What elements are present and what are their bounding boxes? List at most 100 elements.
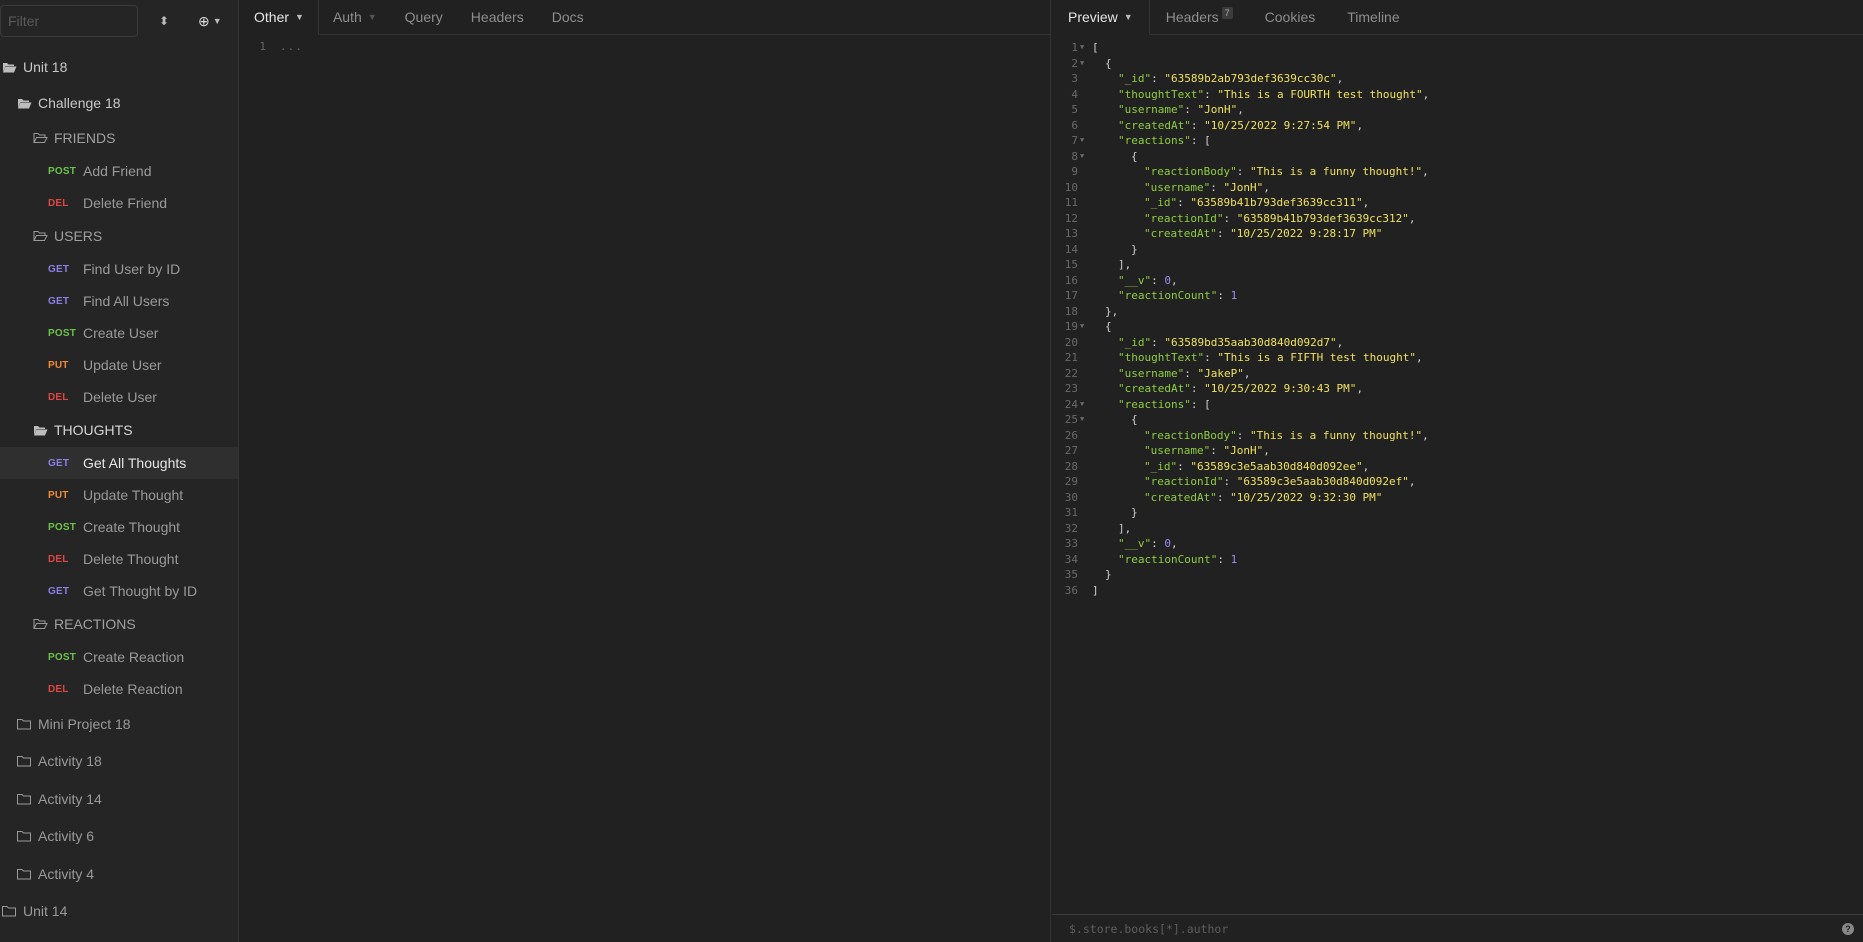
json-punct: :: [1151, 273, 1165, 287]
folder-thoughts[interactable]: THOUGHTS: [0, 413, 238, 447]
request-item[interactable]: GET Get All Thoughts: [0, 447, 238, 479]
code-line: 9 "reactionBody": "This is a funny though…: [1052, 164, 1863, 180]
add-button[interactable]: ⊕ ▼: [198, 13, 222, 30]
folder-activity-6[interactable]: Activity 6: [0, 818, 238, 856]
json-key: "reactions": [1118, 397, 1191, 411]
method-badge: PUT: [48, 489, 69, 501]
json-string: "10/25/2022 9:28:17 PM": [1230, 227, 1383, 240]
folder-label: USERS: [54, 228, 103, 244]
request-item[interactable]: GET Find User by ID: [0, 253, 238, 285]
method-badge: POST: [48, 521, 77, 533]
method-badge: GET: [48, 263, 70, 275]
tab-cookies[interactable]: Cookies: [1249, 0, 1332, 34]
line-number: 33: [1064, 537, 1078, 550]
json-punct: ,: [1243, 366, 1251, 380]
request-item[interactable]: DEL Delete Reaction: [0, 673, 238, 705]
fold-toggle-icon[interactable]: ▼: [1078, 149, 1090, 165]
folder-icon: [2, 905, 18, 917]
code-line: 33 "__v": 0,: [1052, 536, 1863, 552]
code-line: 16 "__v": 0,: [1052, 273, 1863, 289]
json-punct: :: [1210, 444, 1224, 457]
tab-other[interactable]: Other ▼: [240, 0, 319, 35]
json-number: 1: [1230, 552, 1238, 566]
code-text: },: [1090, 304, 1118, 320]
fold-gutter: [1078, 381, 1090, 397]
code-text: "__v": 0,: [1090, 273, 1178, 289]
fold-toggle-icon[interactable]: ▼: [1078, 56, 1090, 72]
tab-timeline[interactable]: Timeline: [1331, 0, 1415, 34]
folder-reactions[interactable]: REACTIONS: [0, 607, 238, 641]
json-string: "This is a FIFTH test thought": [1217, 351, 1417, 364]
fold-gutter: [1078, 583, 1090, 599]
request-item[interactable]: POST Create User: [0, 317, 238, 349]
help-icon[interactable]: ?: [1842, 923, 1854, 935]
code-line: 22 "username": "JakeP",: [1052, 366, 1863, 382]
request-item[interactable]: DEL Delete Friend: [0, 187, 238, 219]
request-item[interactable]: GET Find All Users: [0, 285, 238, 317]
fold-toggle-icon[interactable]: ▼: [1078, 133, 1090, 149]
line-number: 12: [1064, 211, 1078, 225]
folder-label: Challenge 18: [38, 94, 121, 111]
folder-activity-14[interactable]: Activity 14: [0, 780, 238, 818]
fold-toggle-icon[interactable]: ▼: [1078, 40, 1090, 56]
request-item[interactable]: GET Get Thought by ID: [0, 575, 238, 607]
sidebar-toolbar: ⬍ ⊕ ▼: [0, 0, 238, 42]
json-key: "createdAt": [1118, 118, 1191, 132]
tab-label: Auth: [332, 9, 362, 25]
tab-query[interactable]: Query: [391, 0, 457, 34]
json-key: "_id": [1118, 335, 1152, 349]
line-number: 10: [1064, 180, 1078, 194]
code-text: ],: [1090, 257, 1131, 273]
request-item[interactable]: DEL Delete User: [0, 381, 238, 413]
folder-challenge-18[interactable]: Challenge 18: [0, 84, 238, 121]
request-label: Update Thought: [83, 487, 184, 503]
request-item[interactable]: PUT Update Thought: [0, 479, 238, 511]
folder-users[interactable]: USERS: [0, 219, 238, 253]
request-tabs: Other ▼ Auth ▼ Query Headers Docs: [240, 0, 1050, 35]
folder-mini-project-18[interactable]: Mini Project 18: [0, 705, 238, 743]
code-text: "_id": "63589c3e5aab30d840d092ee",: [1090, 459, 1369, 475]
folder-friends[interactable]: FRIENDS: [0, 121, 238, 155]
json-key: "reactionBody": [1144, 428, 1237, 442]
method-badge: GET: [48, 585, 70, 597]
folder-activity-4[interactable]: Activity 4: [0, 855, 238, 893]
request-item[interactable]: POST Add Friend: [0, 155, 238, 187]
tab-label: Headers: [470, 9, 524, 25]
tab-label: Other: [254, 9, 290, 25]
filter-input[interactable]: [0, 5, 138, 37]
jsonpath-filter-input[interactable]: [1069, 921, 1769, 936]
request-label: Find User by ID: [83, 261, 181, 277]
line-number: 28: [1064, 459, 1078, 473]
request-item[interactable]: DEL Delete Thought: [0, 543, 238, 575]
request-item[interactable]: POST Create Thought: [0, 511, 238, 543]
json-string: "63589c3e5aab30d840d092ef": [1236, 475, 1409, 488]
request-item[interactable]: PUT Update User: [0, 349, 238, 381]
line-number: 3: [1071, 72, 1078, 85]
fold-toggle-icon[interactable]: ▼: [1078, 319, 1090, 335]
tab-preview[interactable]: Preview ▼: [1052, 0, 1150, 35]
tab-headers[interactable]: Headers 7: [1150, 0, 1249, 34]
code-text: "reactionBody": "This is a funny thought…: [1090, 428, 1429, 444]
code-text: "createdAt": "10/25/2022 9:32:30 PM": [1090, 490, 1382, 506]
json-punct: :: [1223, 475, 1237, 488]
tab-headers[interactable]: Headers: [457, 0, 538, 34]
request-body-editor[interactable]: 1 ...: [240, 35, 1050, 55]
line-number: 30: [1064, 490, 1078, 504]
fold-toggle-icon[interactable]: ▼: [1078, 412, 1090, 428]
fold-toggle-icon[interactable]: ▼: [1078, 397, 1090, 413]
tab-auth[interactable]: Auth ▼: [319, 0, 391, 34]
fold-gutter: [1078, 164, 1090, 180]
json-key: "username": [1118, 366, 1185, 380]
code-line: 23 "createdAt": "10/25/2022 9:30:43 PM",: [1052, 381, 1863, 397]
folder-unit-18[interactable]: Unit 18: [0, 50, 238, 84]
line-number: 6: [1071, 118, 1078, 132]
json-punct: }: [1131, 506, 1138, 519]
folder-activity-18[interactable]: Activity 18: [0, 743, 238, 781]
request-item[interactable]: POST Create Reaction: [0, 641, 238, 673]
sort-icon[interactable]: ⬍: [154, 14, 174, 28]
json-key: "thoughtText": [1118, 351, 1205, 364]
code-text: }: [1090, 567, 1112, 583]
tab-docs[interactable]: Docs: [538, 0, 598, 34]
folder-unit-14[interactable]: Unit 14: [0, 893, 238, 931]
json-punct: ,: [1362, 196, 1370, 209]
